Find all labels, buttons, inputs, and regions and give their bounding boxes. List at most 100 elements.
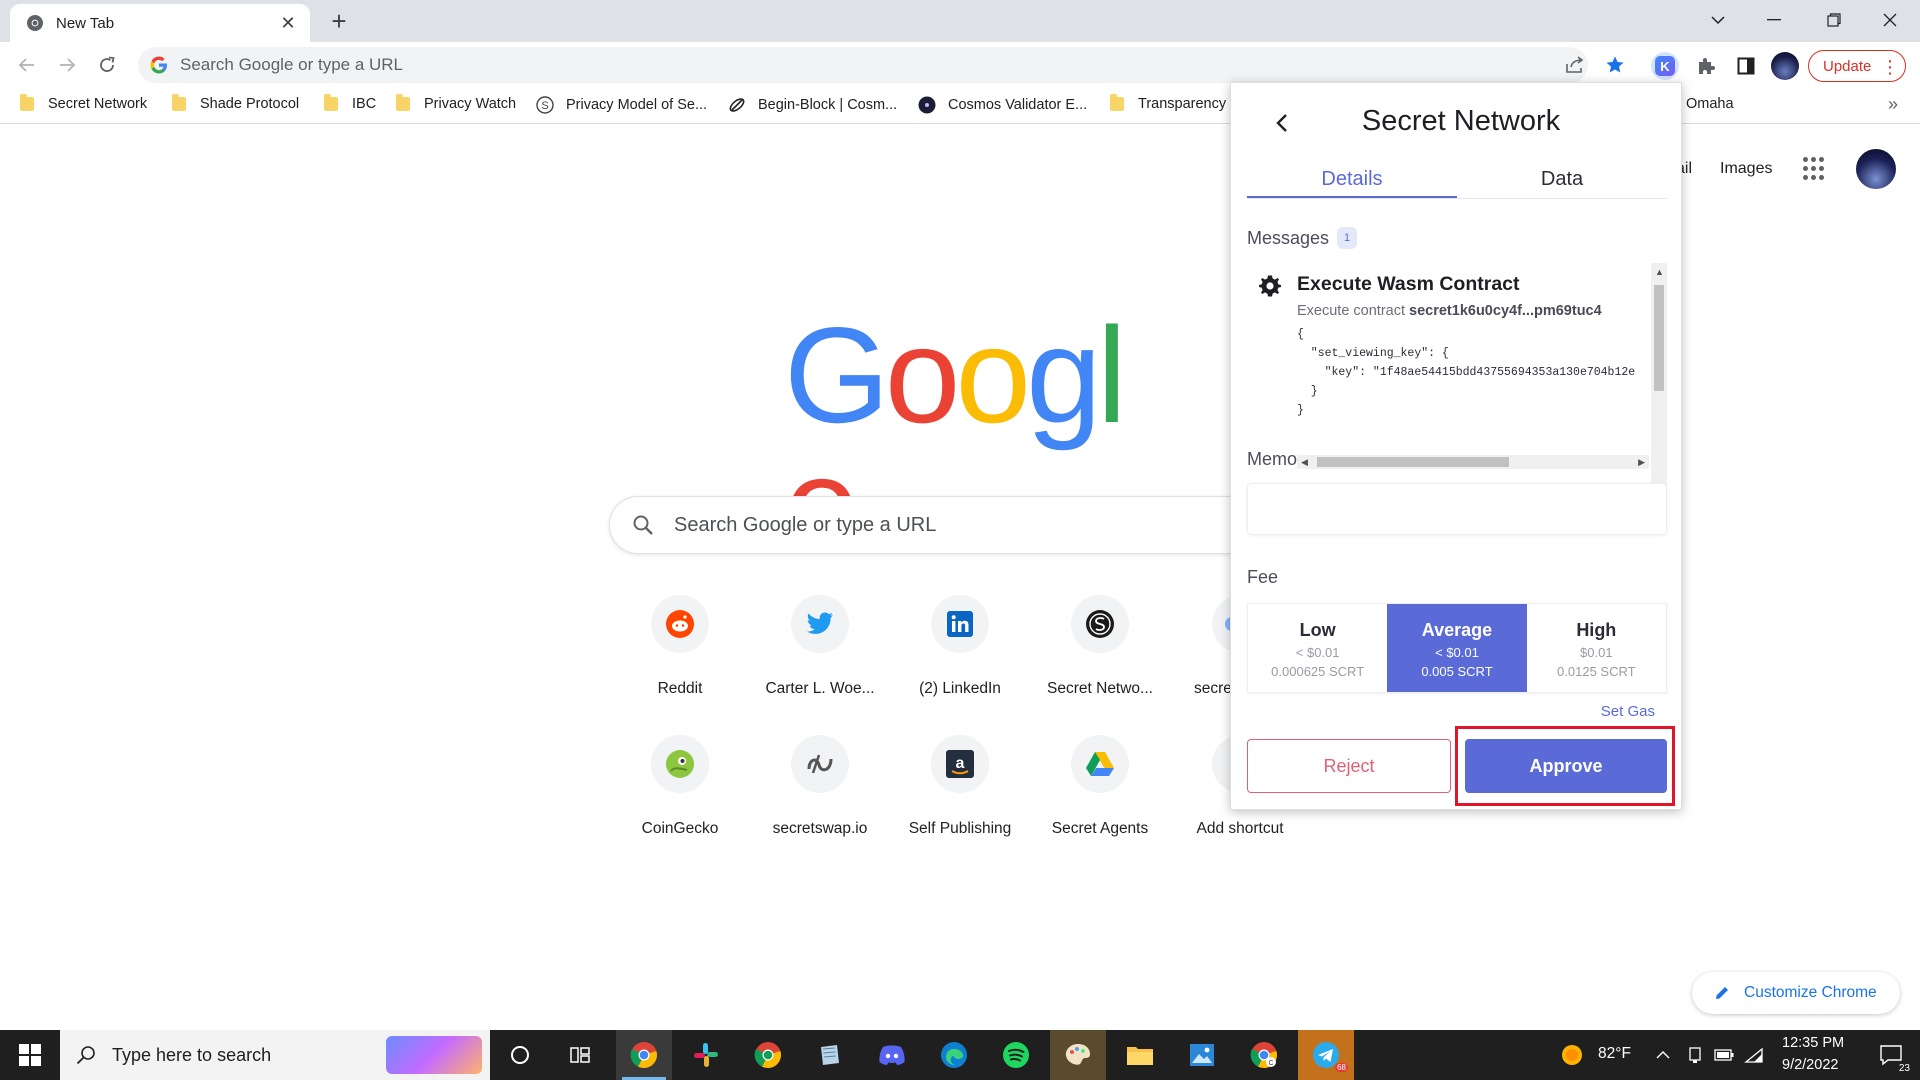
discord-icon[interactable] xyxy=(864,1030,920,1080)
messages-label: Messages xyxy=(1247,227,1330,248)
keplr-extension-icon[interactable]: K xyxy=(1651,52,1679,80)
cortana-icon[interactable] xyxy=(492,1030,548,1080)
svg-text:a: a xyxy=(956,755,965,772)
horizontal-scrollbar[interactable]: ◀ ▶ xyxy=(1297,455,1649,469)
start-button[interactable] xyxy=(0,1030,60,1080)
extensions-puzzle-icon[interactable] xyxy=(1692,52,1720,80)
tab-strip: New Tab ✕ + xyxy=(0,0,1920,42)
omnibox[interactable]: Search Google or type a URL xyxy=(138,47,1588,83)
tray-chevron-up-icon[interactable] xyxy=(1650,1030,1676,1080)
file-explorer-icon[interactable] xyxy=(1112,1030,1168,1080)
memo-label: Memo xyxy=(1247,449,1298,469)
profile-avatar[interactable] xyxy=(1771,52,1799,80)
tab-search-chevron-icon[interactable] xyxy=(1690,0,1746,40)
google-search-box[interactable]: Search Google or type a URL xyxy=(609,496,1309,554)
side-panel-icon[interactable] xyxy=(1732,52,1760,80)
message-title: Execute Wasm Contract xyxy=(1297,273,1520,295)
paint-icon[interactable] xyxy=(1050,1030,1106,1080)
bookmark-transparency[interactable]: Transparency R xyxy=(1110,94,1241,112)
bookmark-begin-block[interactable]: Begin-Block | Cosm... xyxy=(728,96,897,114)
bookmark-cosmos-validator[interactable]: Cosmos Validator E... xyxy=(918,96,1087,114)
memo-input[interactable] xyxy=(1247,483,1667,535)
bookmark-omaha[interactable]: Omaha xyxy=(1686,96,1734,112)
shortcut-secretswap[interactable]: secretswap.io xyxy=(752,735,888,838)
scroll-right-icon[interactable]: ▶ xyxy=(1638,455,1645,469)
forward-button[interactable] xyxy=(52,50,82,80)
weather-sun-icon[interactable] xyxy=(1556,1030,1588,1080)
keplr-k-icon: K xyxy=(1655,56,1675,76)
shortcut-linkedin[interactable]: (2) LinkedIn xyxy=(892,595,1028,698)
notebook-icon[interactable] xyxy=(802,1030,858,1080)
back-button[interactable] xyxy=(12,50,42,80)
more-bookmarks-icon[interactable]: » xyxy=(1888,94,1898,115)
secret-network-icon xyxy=(1086,610,1114,638)
edge-icon[interactable] xyxy=(926,1030,982,1080)
minimize-button[interactable] xyxy=(1746,0,1802,40)
battery-icon[interactable] xyxy=(1710,1030,1738,1080)
new-tab-button[interactable]: + xyxy=(324,6,354,36)
shortcut-reddit[interactable]: Reddit xyxy=(612,595,748,698)
fee-option-high[interactable]: High $0.01 0.0125 SCRT xyxy=(1527,604,1666,692)
shortcut-secret-network[interactable]: Secret Netwo... xyxy=(1032,595,1168,698)
scroll-up-icon[interactable]: ▲ xyxy=(1655,267,1664,277)
google-apps-icon[interactable] xyxy=(1803,157,1827,181)
slack-icon[interactable] xyxy=(678,1030,734,1080)
notifications-icon[interactable]: 23 xyxy=(1862,1030,1920,1080)
shortcut-secret-agents[interactable]: Secret Agents xyxy=(1032,735,1168,838)
weather-temperature[interactable]: 82°F xyxy=(1598,1045,1631,1063)
fee-option-average[interactable]: Average < $0.01 0.005 SCRT xyxy=(1387,604,1527,692)
folder-icon xyxy=(172,94,186,111)
close-tab-icon[interactable]: ✕ xyxy=(276,13,300,34)
spotify-icon[interactable] xyxy=(988,1030,1044,1080)
chrome-taskbar-icon[interactable] xyxy=(616,1030,672,1080)
tab-data[interactable]: Data xyxy=(1457,159,1667,198)
restore-button[interactable] xyxy=(1806,0,1862,40)
bookmark-privacy-model[interactable]: S Privacy Model of Se... xyxy=(536,96,707,114)
update-button[interactable]: Update ⋮ xyxy=(1808,50,1906,82)
bookmark-privacy-watch[interactable]: Privacy Watch xyxy=(396,94,516,112)
device-icon[interactable] xyxy=(1682,1030,1708,1080)
bookmark-star-icon[interactable] xyxy=(1604,54,1626,76)
search-icon xyxy=(633,515,653,535)
clock-date[interactable]: 9/2/2022 xyxy=(1782,1057,1838,1073)
share-icon[interactable] xyxy=(1564,54,1586,76)
photos-icon[interactable] xyxy=(1174,1030,1230,1080)
reddit-icon xyxy=(666,610,694,638)
shortcut-secret-partial[interactable]: secre xyxy=(1172,595,1232,698)
clock-time[interactable]: 12:35 PM xyxy=(1782,1035,1844,1051)
bookmark-shade-protocol[interactable]: Shade Protocol xyxy=(172,94,299,112)
tab-details[interactable]: Details xyxy=(1247,159,1457,198)
horizontal-scroll-thumb[interactable] xyxy=(1317,457,1509,467)
bookmark-secret-network[interactable]: Secret Network xyxy=(20,94,147,112)
chrome-profile-icon[interactable]: C xyxy=(1236,1030,1292,1080)
task-view-icon[interactable] xyxy=(552,1030,608,1080)
google-search-placeholder: Search Google or type a URL xyxy=(674,513,937,536)
popup-tabs: Details Data xyxy=(1247,159,1667,199)
google-account-avatar[interactable] xyxy=(1856,149,1896,189)
customize-chrome-button[interactable]: Customize Chrome xyxy=(1692,972,1900,1014)
chrome-green-icon[interactable] xyxy=(740,1030,796,1080)
bookmark-ibc[interactable]: IBC xyxy=(324,94,376,112)
telegram-icon[interactable]: 68 xyxy=(1298,1030,1354,1080)
vertical-scroll-thumb[interactable] xyxy=(1654,285,1664,391)
scroll-left-icon[interactable]: ◀ xyxy=(1301,455,1308,469)
close-window-button[interactable] xyxy=(1862,0,1918,40)
images-link[interactable]: Images xyxy=(1720,160,1772,178)
kebab-menu-icon[interactable]: ⋮ xyxy=(1881,57,1899,78)
fee-option-low[interactable]: Low < $0.01 0.000625 SCRT xyxy=(1248,604,1387,692)
linkedin-icon xyxy=(947,611,973,637)
shortcut-twitter[interactable]: Carter L. Woe... xyxy=(752,595,888,698)
shortcut-coingecko[interactable]: CoinGecko xyxy=(612,735,748,838)
reload-button[interactable] xyxy=(92,50,122,80)
set-gas-link[interactable]: Set Gas xyxy=(1601,703,1655,720)
windows-logo-icon xyxy=(19,1044,41,1066)
contract-address: secret1k6u0cy4f...pm69tuc4 xyxy=(1409,303,1602,319)
taskbar-search-box[interactable]: Type here to search xyxy=(60,1030,490,1080)
google-drive-icon xyxy=(1086,752,1114,776)
message-json: { "set_viewing_key": { "key": "1f48ae544… xyxy=(1297,328,1636,417)
tab-new-tab[interactable]: New Tab ✕ xyxy=(10,4,310,42)
telegram-badge: 68 xyxy=(1335,1063,1348,1072)
shortcut-self-publishing[interactable]: a Self Publishing xyxy=(892,735,1028,838)
wifi-icon[interactable] xyxy=(1740,1030,1768,1080)
reject-button[interactable]: Reject xyxy=(1247,739,1451,793)
